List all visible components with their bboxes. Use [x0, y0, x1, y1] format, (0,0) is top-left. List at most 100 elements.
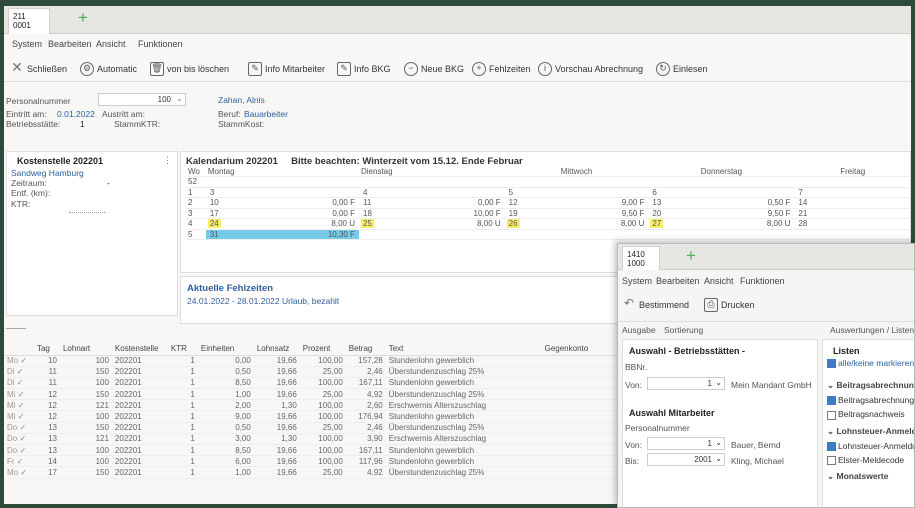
select-all-checkbox[interactable]: alle/keine markieren	[827, 358, 914, 369]
day-hours: 0,00 F	[332, 198, 355, 207]
menu-ansicht[interactable]: Ansicht	[704, 276, 734, 286]
calendar-day-cell[interactable]: 21	[794, 208, 911, 219]
menu-bearbeiten[interactable]: Bearbeiten	[48, 39, 92, 49]
day-hours: 8,00 U	[620, 219, 645, 228]
close-label: Schließen	[27, 64, 68, 74]
column-header[interactable]: Prozent	[299, 343, 346, 356]
delete-range-button[interactable]: 🗑 von bis löschen	[150, 58, 229, 80]
column-header[interactable]: Lohnart	[59, 343, 112, 356]
add-tab-icon[interactable]: +	[78, 9, 88, 27]
absences-button[interactable]: + Fehlzeiten	[472, 58, 531, 80]
table-cell: 13	[33, 444, 60, 457]
list-checkbox[interactable]: Elster-Meldecode	[827, 455, 914, 465]
column-header[interactable]: KTR	[167, 343, 198, 356]
tab-sortierung[interactable]: Sortierung	[664, 325, 703, 335]
tab-main[interactable]: 211 0001	[8, 8, 50, 34]
edit-icon: ✎	[248, 62, 262, 76]
info-employee-label: Info Mitarbeiter	[265, 64, 326, 74]
bbnr-von-select[interactable]: 1 ⌄	[647, 377, 725, 390]
personalnummer-field[interactable]: 100 ⌄	[98, 93, 186, 106]
info-employee-button[interactable]: ✎ Info Mitarbeiter	[248, 58, 325, 80]
column-header[interactable]: Betrag	[345, 343, 386, 356]
chevron-down-icon[interactable]: ⌄	[715, 438, 722, 447]
column-header[interactable]: Tag	[33, 343, 60, 356]
ma-von-select[interactable]: 1 ⌄	[647, 437, 725, 450]
calendar-day-cell[interactable]: 3	[205, 187, 359, 198]
calendar-day-cell[interactable]: 7	[794, 187, 911, 198]
column-header[interactable]: Einheiten	[197, 343, 254, 356]
day-number	[507, 230, 511, 239]
print-button[interactable]: ⎙ Drucken	[704, 294, 755, 316]
calendar-day-cell[interactable]: 14	[794, 197, 911, 209]
calendar-day-cell[interactable]: 6	[648, 187, 795, 198]
calendar-day-cell[interactable]: 25 8,00 U	[359, 218, 505, 230]
calendar-day-cell[interactable]: 27 8,00 U	[648, 218, 795, 230]
chevron-down-icon[interactable]: ⌄	[715, 454, 722, 463]
more-icon[interactable]: ⋮	[163, 155, 172, 166]
list-group-header[interactable]: ⌄ Lohnsteuer-Anmeldung	[827, 426, 914, 437]
automatic-button[interactable]: ⚙ Automatic	[80, 58, 137, 80]
import-button[interactable]: ↻ Einlesen	[656, 58, 708, 80]
calendar-day-cell[interactable]	[504, 229, 649, 240]
calendar-day-cell[interactable]: 26 8,00 U	[504, 218, 649, 230]
calendar-day-cell[interactable]	[648, 176, 795, 188]
menu-funktionen[interactable]: Funktionen	[138, 39, 183, 49]
calendar-day-cell[interactable]: 17 0,00 F	[205, 208, 359, 219]
add-tab-icon[interactable]: +	[686, 247, 696, 265]
info-bkg-button[interactable]: ✎ Info BKG	[337, 58, 391, 80]
calendar-day-cell[interactable]	[504, 176, 649, 188]
day-number: 20	[652, 208, 662, 218]
calendar-day-cell[interactable]: 18 10,00 F	[359, 208, 505, 219]
menu-system[interactable]: System	[12, 39, 42, 49]
calendar-day-cell[interactable]	[794, 176, 911, 188]
chevron-down-icon[interactable]: ⌄	[176, 94, 183, 103]
list-checkbox[interactable]: Beitragsabrechnung	[827, 395, 914, 406]
calendar-day-cell[interactable]	[359, 229, 505, 240]
menu-bearbeiten[interactable]: Bearbeiten	[656, 276, 700, 286]
calendar-day-cell[interactable]: 12 9,00 F	[504, 197, 649, 209]
close-button[interactable]: ✕ Schließen	[10, 58, 67, 80]
tab-auswertungen[interactable]: Auswertungen / Listen	[830, 325, 914, 335]
menu-funktionen[interactable]: Funktionen	[740, 276, 785, 286]
calendar-day-cell[interactable]: 28	[794, 218, 911, 230]
new-bkg-button[interactable]: − Neue BKG	[404, 58, 464, 80]
table-cell: 13	[33, 433, 60, 446]
bestimmend-button[interactable]: ↶ Bestimmend	[622, 294, 689, 316]
chevron-down-icon[interactable]: ⌄	[715, 378, 722, 387]
table-cell: 121	[59, 399, 112, 412]
calendar-day-cell[interactable]	[648, 229, 795, 240]
menu-system[interactable]: System	[622, 276, 652, 286]
calendar-day-cell[interactable]	[359, 176, 505, 188]
calendar-day-cell[interactable]: 10 0,00 F	[205, 197, 359, 209]
column-header[interactable]: Lohnsatz	[253, 343, 300, 356]
column-header[interactable]	[4, 343, 34, 356]
calendar-day-cell[interactable]	[794, 229, 911, 240]
table-cell: 117,96	[345, 455, 386, 468]
ma-bis-value: 2001	[694, 455, 712, 464]
calendar-day-cell[interactable]: 4	[359, 187, 505, 198]
tab-ausgabe[interactable]: Ausgabe	[622, 325, 656, 335]
calendar-day-cell[interactable]: 31 10,30 F	[205, 229, 359, 240]
column-header[interactable]: Kostenstelle	[111, 343, 168, 356]
column-header[interactable]: Text	[385, 343, 542, 356]
calendar-day-cell[interactable]: 11 0,00 F	[359, 197, 505, 209]
list-checkbox[interactable]: Beitragsnachweis	[827, 409, 914, 420]
list-checkbox[interactable]: Lohnsteuer-Anmeldung	[827, 441, 914, 451]
day-number: 4	[363, 187, 368, 197]
list-group-header[interactable]: ⌄ Monatswerte	[827, 471, 914, 482]
calendar-day-cell[interactable]: 20 9,50 F	[648, 208, 795, 219]
calendar-day-cell[interactable]: 13 0,50 F	[648, 197, 795, 209]
tab-second[interactable]: 1410 1000	[622, 246, 660, 270]
calendar-day-cell[interactable]: 24 8,00 U	[205, 218, 359, 230]
ma-bis-select[interactable]: 2001 ⌄	[647, 453, 725, 466]
preview-button[interactable]: i Vorschau Abrechnung	[538, 58, 643, 80]
calendar-day-cell[interactable]: 19 9,50 F	[504, 208, 649, 219]
calendar-day-cell[interactable]	[205, 176, 359, 188]
calendar-day-cell[interactable]: 5	[504, 187, 649, 198]
minus-circle-icon: −	[404, 62, 418, 76]
list-group-header[interactable]: ⌄ Beitragsabrechnung	[827, 380, 914, 391]
check-icon: ✓	[19, 434, 27, 444]
calendar-header-row: Wo Montag Dienstag Mittwoch Donnerstag Freita…	[186, 166, 911, 177]
table-cell: 1	[167, 444, 198, 457]
menu-ansicht[interactable]: Ansicht	[96, 39, 126, 49]
